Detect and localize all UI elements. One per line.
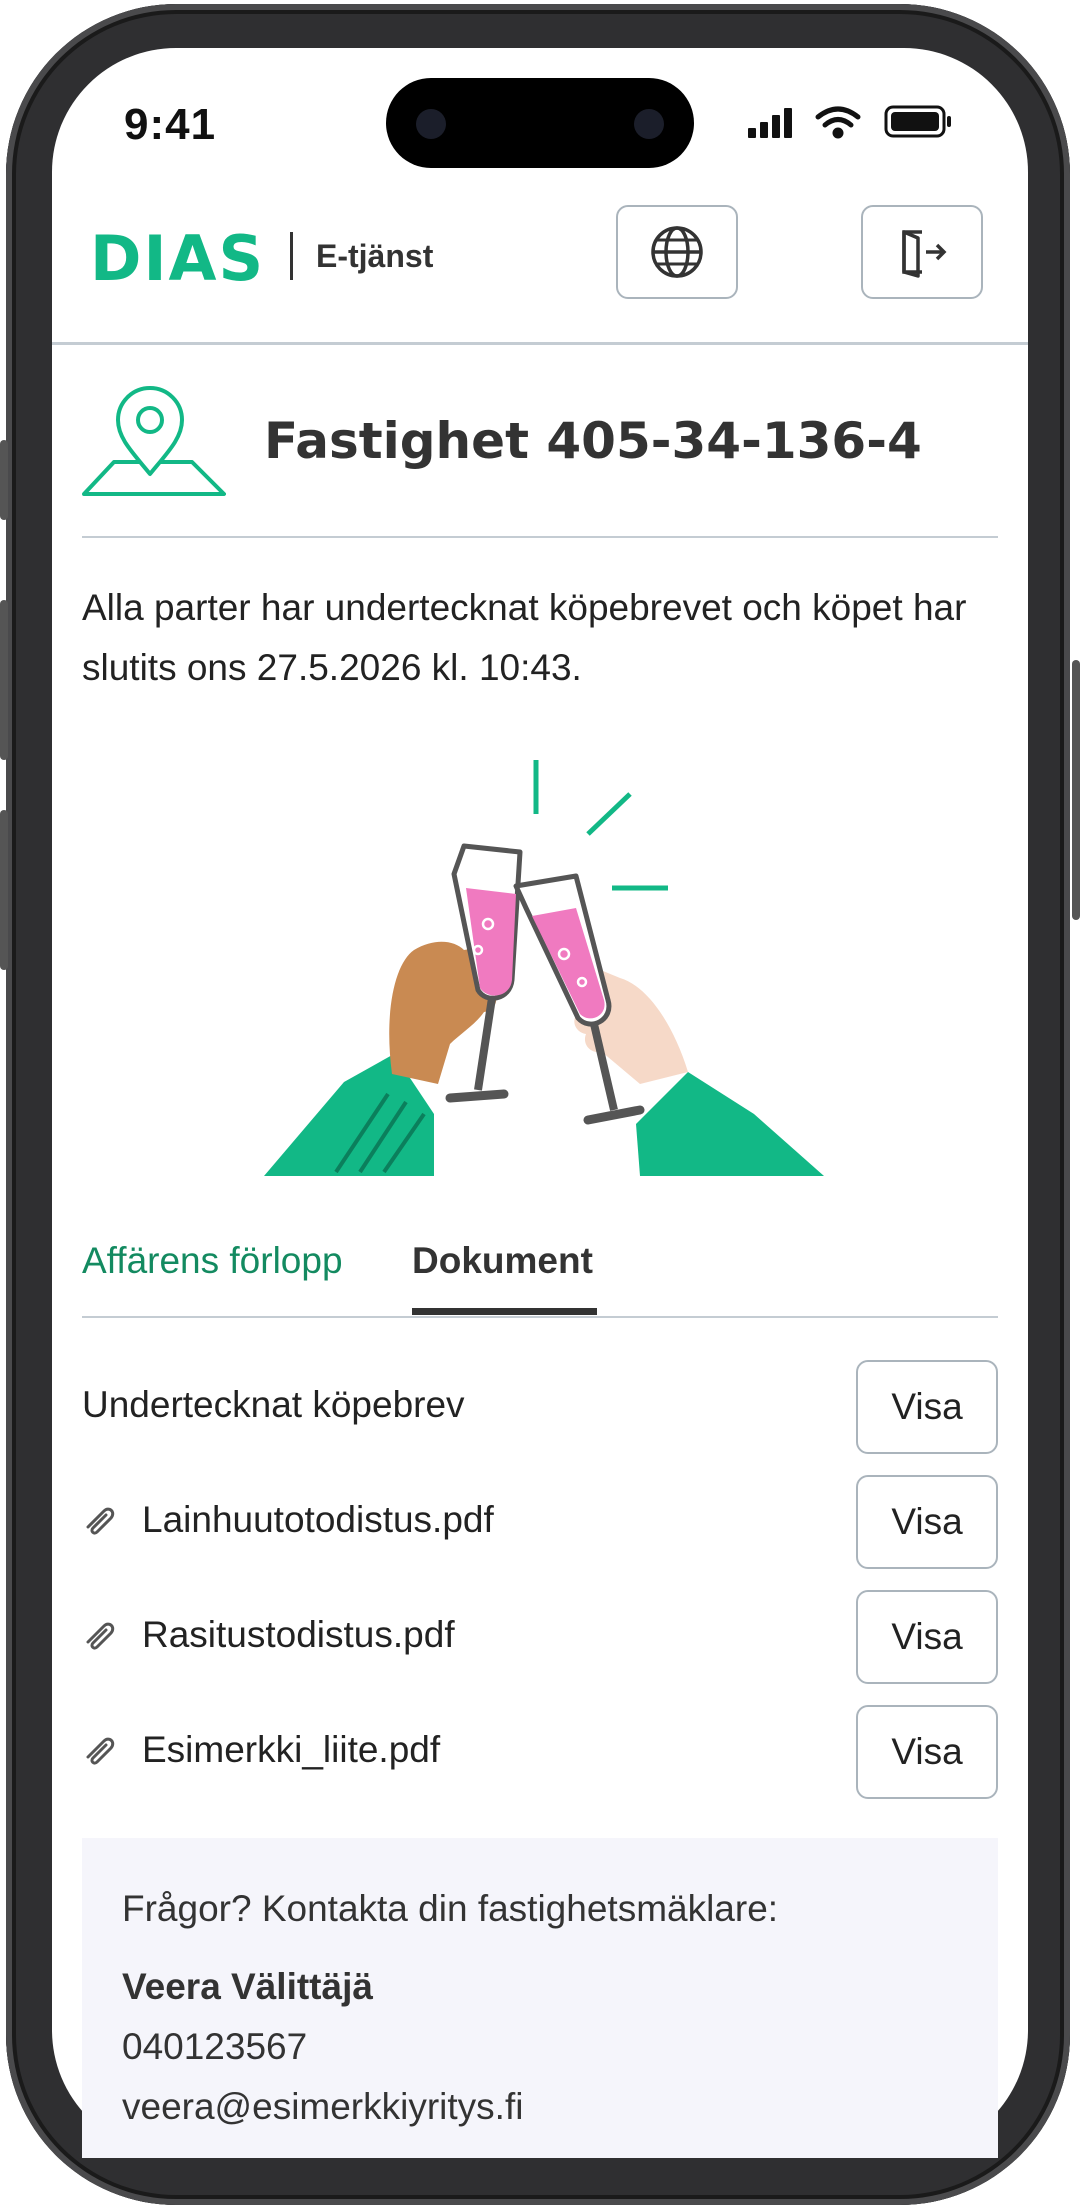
- logout-icon: [902, 230, 947, 278]
- paperclip-icon: [86, 1737, 115, 1765]
- broker-name: Veera Välittäjä: [122, 1966, 373, 2007]
- status-icons: [748, 105, 951, 139]
- deal-status-message: Alla parter har undertecknat köpebrevet …: [82, 587, 967, 688]
- status-time: 9:41: [124, 100, 217, 149]
- cellular-signal-icon: [748, 108, 792, 138]
- document-row: Rasitustodistus.pdf Visa: [82, 1590, 998, 1684]
- dias-logo[interactable]: DIAS: [90, 222, 265, 295]
- volume-down-button: [0, 810, 8, 970]
- champagne-toast-illustration: [264, 760, 824, 1176]
- document-row: Esimerkki_liite.pdf Visa: [82, 1705, 998, 1799]
- document-name: Undertecknat köpebrev: [82, 1384, 465, 1425]
- broker-phone[interactable]: 040123567: [122, 2026, 307, 2068]
- broker-email[interactable]: veera@esimerkkiyritys.fi: [122, 2086, 523, 2128]
- tab-affarens-forlopp[interactable]: Affärens förlopp: [82, 1240, 343, 1282]
- location-pin-icon: [82, 386, 226, 496]
- language-button[interactable]: [616, 205, 738, 299]
- globe-icon: [651, 226, 703, 278]
- view-button[interactable]: Visa: [856, 1705, 998, 1799]
- power-button: [1072, 660, 1080, 920]
- property-title: Fastighet 405-34-136-4: [264, 412, 922, 470]
- view-button[interactable]: Visa: [856, 1590, 998, 1684]
- contact-question: Frågor? Kontakta din fastighetsmäklare:: [122, 1888, 779, 1929]
- logout-button[interactable]: [861, 205, 983, 299]
- contact-box: Frågor? Kontakta din fastighetsmäklare: …: [82, 1838, 998, 2158]
- header-divider: [52, 342, 1028, 345]
- volume-up-button: [0, 600, 8, 760]
- wifi-icon: [815, 106, 861, 139]
- tabs-divider: [82, 1316, 998, 1318]
- document-name[interactable]: Rasitustodistus.pdf: [142, 1614, 455, 1656]
- document-row: Undertecknat köpebrev Visa: [82, 1360, 998, 1454]
- paperclip-icon: [86, 1507, 115, 1535]
- view-button[interactable]: Visa: [856, 1475, 998, 1569]
- camera-icon: [416, 109, 446, 139]
- active-tab-indicator: [412, 1308, 597, 1315]
- document-name[interactable]: Lainhuutotodistus.pdf: [142, 1499, 494, 1541]
- title-divider: [82, 536, 998, 538]
- tab-dokument[interactable]: Dokument: [412, 1240, 593, 1282]
- document-name[interactable]: Esimerkki_liite.pdf: [142, 1729, 440, 1771]
- document-row: Lainhuutotodistus.pdf Visa: [82, 1475, 998, 1569]
- view-button[interactable]: Visa: [856, 1360, 998, 1454]
- logo-divider: [290, 232, 293, 280]
- service-name: E-tjänst: [316, 238, 434, 274]
- mute-switch: [0, 440, 8, 520]
- battery-icon: [884, 105, 951, 138]
- paperclip-icon: [86, 1622, 115, 1650]
- sensor-icon: [634, 109, 664, 139]
- dynamic-island: [386, 78, 694, 168]
